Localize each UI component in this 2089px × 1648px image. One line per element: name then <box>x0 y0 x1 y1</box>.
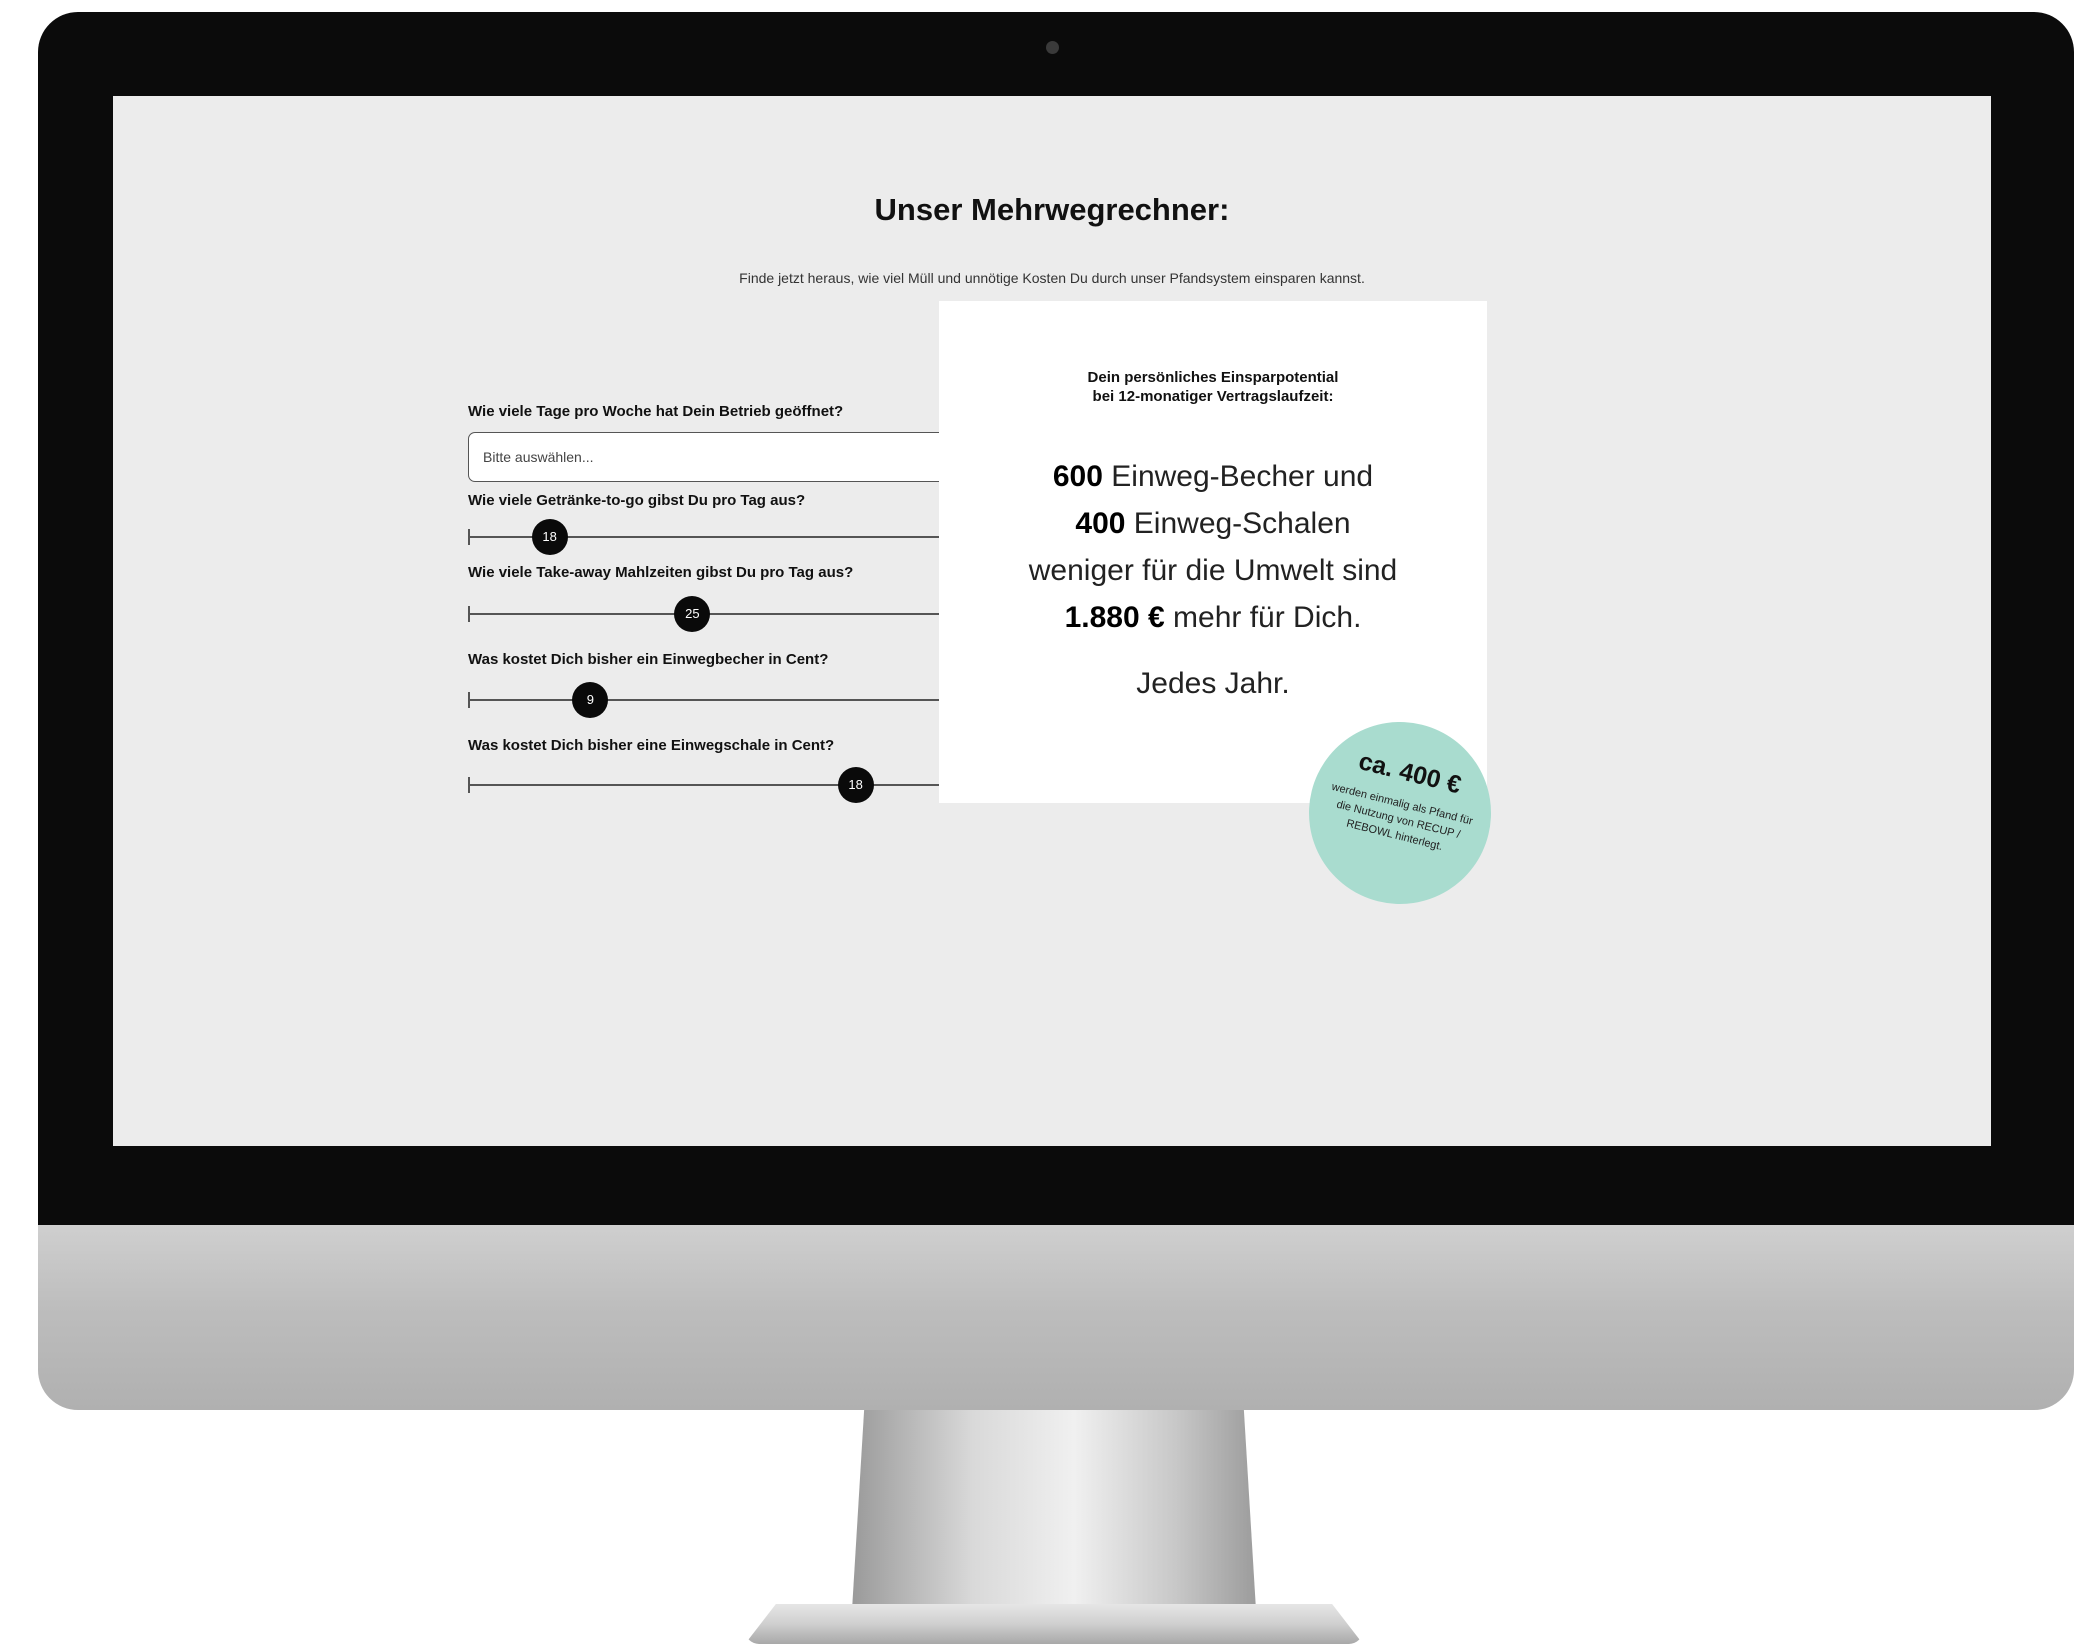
slider-track <box>468 699 978 701</box>
savings-footer: Jedes Jahr. <box>1136 667 1290 700</box>
days-select[interactable]: Bitte auswählen... <box>468 432 982 482</box>
slider-tick-start <box>468 529 470 545</box>
cup-cost-slider[interactable]: 9 <box>468 680 978 720</box>
cups-value: 600 <box>1052 460 1103 493</box>
money-text: mehr für Dich. <box>1164 601 1362 634</box>
meals-question: Wie viele Take-away Mahlzeiten gibst Du … <box>468 564 854 581</box>
meals-slider-thumb[interactable]: 25 <box>674 596 711 632</box>
monitor-stand-base <box>745 1604 1363 1644</box>
page-title: Unser Mehrwegrechner: <box>874 192 1230 227</box>
slider-tick-start <box>468 777 470 793</box>
cup-cost-question: Was kostet Dich bisher ein Einwegbecher … <box>468 651 829 668</box>
slider-track <box>468 784 978 786</box>
drinks-slider[interactable]: 18 <box>468 517 978 557</box>
savings-result: 600 Einweg-Becher und 400 Einweg-Schalen… <box>939 453 1487 641</box>
calculator-screen: Unser Mehrwegrechner: Finde jetzt heraus… <box>113 96 1991 1146</box>
money-line: 1.880 € mehr für Dich. <box>939 594 1487 641</box>
days-question: Wie viele Tage pro Woche hat Dein Betrie… <box>468 403 844 420</box>
slider-tick-start <box>468 692 470 708</box>
cup-cost-slider-thumb[interactable]: 9 <box>572 682 609 718</box>
savings-intro: Dein persönliches Einsparpotential bei 1… <box>939 368 1487 406</box>
cups-line: 600 Einweg-Becher und <box>939 453 1487 500</box>
slider-tick-start <box>468 606 470 622</box>
bowl-cost-question: Was kostet Dich bisher eine Einwegschale… <box>468 737 835 754</box>
bowls-text: Einweg-Schalen <box>1125 507 1351 540</box>
bowls-line: 400 Einweg-Schalen <box>939 500 1487 547</box>
meals-slider[interactable]: 25 <box>468 594 978 634</box>
imac-mockup: Unser Mehrwegrechner: Finde jetzt heraus… <box>0 0 2089 1648</box>
drinks-slider-thumb[interactable]: 18 <box>531 519 568 555</box>
savings-intro-line2: bei 12-monatiger Vertragslaufzeit: <box>1092 388 1334 405</box>
slider-track <box>468 613 978 615</box>
money-value: 1.880 € <box>1064 601 1165 634</box>
drinks-question: Wie viele Getränke-to-go gibst Du pro Ta… <box>468 492 806 509</box>
days-select-placeholder: Bitte auswählen... <box>483 449 594 465</box>
page-subtitle: Finde jetzt heraus, wie viel Müll und un… <box>739 270 1365 286</box>
cups-text: Einweg-Becher und <box>1102 460 1374 493</box>
monitor-stand <box>852 1410 1256 1610</box>
savings-intro-line1: Dein persönliches Einsparpotential <box>1087 369 1339 386</box>
environment-line: weniger für die Umwelt sind <box>1028 554 1398 587</box>
bowl-cost-slider-thumb[interactable]: 18 <box>837 767 874 803</box>
bowls-value: 400 <box>1075 507 1126 540</box>
monitor-chin <box>38 1225 2074 1410</box>
bowl-cost-slider[interactable]: 18 <box>468 765 978 805</box>
camera-icon <box>1046 41 1059 54</box>
